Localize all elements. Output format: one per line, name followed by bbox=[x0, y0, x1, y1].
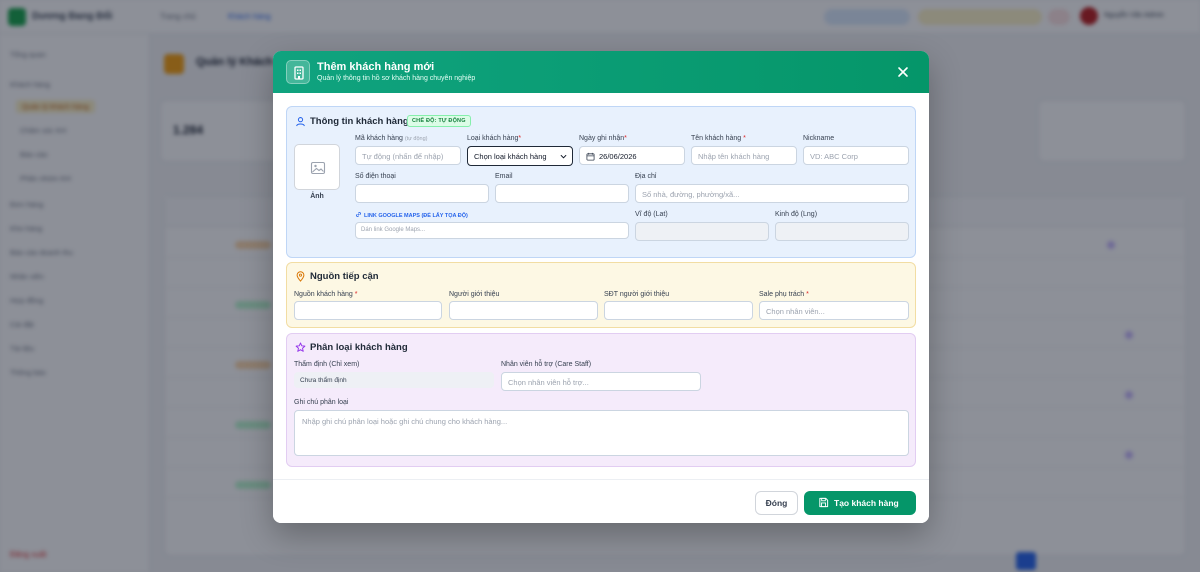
google-maps-link[interactable]: LINK GOOGLE MAPS (ĐỂ LẤY TỌA ĐỘ) bbox=[355, 211, 468, 219]
record-date-input[interactable]: 26/06/2026 bbox=[579, 146, 685, 165]
building-icon bbox=[286, 60, 310, 84]
section-classification: Phân loại khách hàng Thẩm định (Chỉ xem)… bbox=[286, 333, 916, 467]
code-label-text: Mã khách hàng bbox=[355, 135, 403, 142]
longitude-input[interactable] bbox=[775, 222, 909, 241]
close-button[interactable]: Đóng bbox=[755, 491, 798, 515]
photo-label: Ảnh bbox=[310, 193, 324, 200]
modal-footer: Đóng Tạo khách hàng bbox=[273, 479, 929, 523]
chevron-down-icon bbox=[560, 154, 567, 159]
nickname-input[interactable]: VD: ABC Corp bbox=[803, 146, 909, 165]
lat-label: Vĩ độ (Lat) bbox=[635, 211, 668, 218]
review-label: Thẩm định (Chỉ xem) bbox=[294, 361, 360, 368]
section-title: Nguồn tiếp cận bbox=[310, 271, 379, 282]
phone-input[interactable] bbox=[355, 184, 489, 203]
save-icon bbox=[819, 497, 829, 508]
latitude-input[interactable] bbox=[635, 222, 769, 241]
nickname-label: Nickname bbox=[803, 135, 835, 142]
source-label-text: Nguồn khách hàng bbox=[294, 291, 353, 298]
referrer-label: Người giới thiệu bbox=[449, 291, 500, 298]
section-title: Thông tin khách hàng bbox=[310, 116, 409, 127]
modal-title: Thêm khách hàng mới bbox=[317, 61, 435, 73]
email-input[interactable] bbox=[495, 184, 629, 203]
lng-label: Kinh độ (Lng) bbox=[775, 211, 818, 218]
close-icon[interactable] bbox=[895, 64, 911, 80]
modal-subtitle: Quản lý thông tin hồ sơ khách hàng chuyê… bbox=[317, 75, 476, 82]
address-input[interactable]: Số nhà, đường, phường/xã... bbox=[635, 184, 909, 203]
location-pin-icon bbox=[295, 271, 306, 282]
section-customer-info: Thông tin khách hàng CHẾ ĐỘ: TỰ ĐỘNG Ảnh… bbox=[286, 106, 916, 258]
calendar-icon bbox=[586, 152, 595, 161]
sale-label-text: Sale phụ trách bbox=[759, 291, 805, 298]
customer-name-input[interactable]: Nhập tên khách hàng bbox=[691, 146, 797, 165]
customer-source-input[interactable] bbox=[294, 301, 442, 320]
referrer-phone-input[interactable] bbox=[604, 301, 753, 320]
referrer-phone-label: SĐT người giới thiệu bbox=[604, 291, 670, 298]
record-date-value: 26/06/2026 bbox=[599, 152, 637, 161]
address-label: Địa chỉ bbox=[635, 173, 657, 180]
google-maps-input[interactable]: Dán link Google Maps... bbox=[355, 222, 629, 239]
type-label-text: Loại khách hàng bbox=[467, 135, 519, 142]
image-icon bbox=[310, 161, 326, 175]
mode-badge: CHẾ ĐỘ: TỰ ĐỘNG bbox=[407, 115, 471, 127]
date-label: Ngày ghi nhận* bbox=[579, 135, 627, 142]
sale-label: Sale phụ trách * bbox=[759, 291, 809, 298]
type-label: Loại khách hàng* bbox=[467, 135, 522, 142]
source-label: Nguồn khách hàng * bbox=[294, 291, 358, 298]
sale-staff-input[interactable]: Chọn nhân viên... bbox=[759, 301, 909, 320]
email-label: Email bbox=[495, 173, 513, 180]
code-label: Mã khách hàng (tự động) bbox=[355, 135, 427, 142]
name-label-text: Tên khách hàng bbox=[691, 135, 742, 142]
modal-header: Thêm khách hàng mới Quản lý thông tin hồ… bbox=[273, 51, 929, 93]
care-staff-input[interactable]: Chọn nhân viên hỗ trợ... bbox=[501, 372, 701, 391]
note-label: Ghi chú phân loại bbox=[294, 399, 349, 406]
add-customer-modal: Thêm khách hàng mới Quản lý thông tin hồ… bbox=[273, 51, 929, 523]
star-icon bbox=[295, 342, 306, 353]
phone-label: Số điện thoại bbox=[355, 173, 396, 180]
user-icon bbox=[295, 116, 306, 127]
care-staff-label: Nhân viên hỗ trợ (Care Staff) bbox=[501, 361, 592, 368]
date-label-text: Ngày ghi nhận bbox=[579, 135, 625, 142]
section-source: Nguồn tiếp cận Nguồn khách hàng * Người … bbox=[286, 262, 916, 328]
name-label: Tên khách hàng * bbox=[691, 135, 746, 142]
create-customer-button[interactable]: Tạo khách hàng bbox=[804, 491, 916, 515]
google-maps-link-text: LINK GOOGLE MAPS (ĐỂ LẤY TỌA ĐỘ) bbox=[364, 213, 468, 219]
photo-upload[interactable] bbox=[294, 144, 340, 190]
referrer-input[interactable] bbox=[449, 301, 598, 320]
classification-note-textarea[interactable]: Nhập ghi chú phân loại hoặc ghi chú chun… bbox=[294, 410, 909, 456]
link-icon bbox=[356, 212, 361, 217]
review-status-field: Chưa thẩm định bbox=[294, 372, 494, 388]
create-customer-label: Tạo khách hàng bbox=[834, 498, 899, 508]
customer-code-input[interactable]: Tự động (nhấn để nhập) bbox=[355, 146, 461, 165]
customer-type-select[interactable]: Chọn loại khách hàng bbox=[467, 146, 573, 166]
section-title: Phân loại khách hàng bbox=[310, 342, 408, 353]
code-hint: (tự động) bbox=[404, 136, 428, 142]
customer-type-value: Chọn loại khách hàng bbox=[474, 152, 547, 161]
